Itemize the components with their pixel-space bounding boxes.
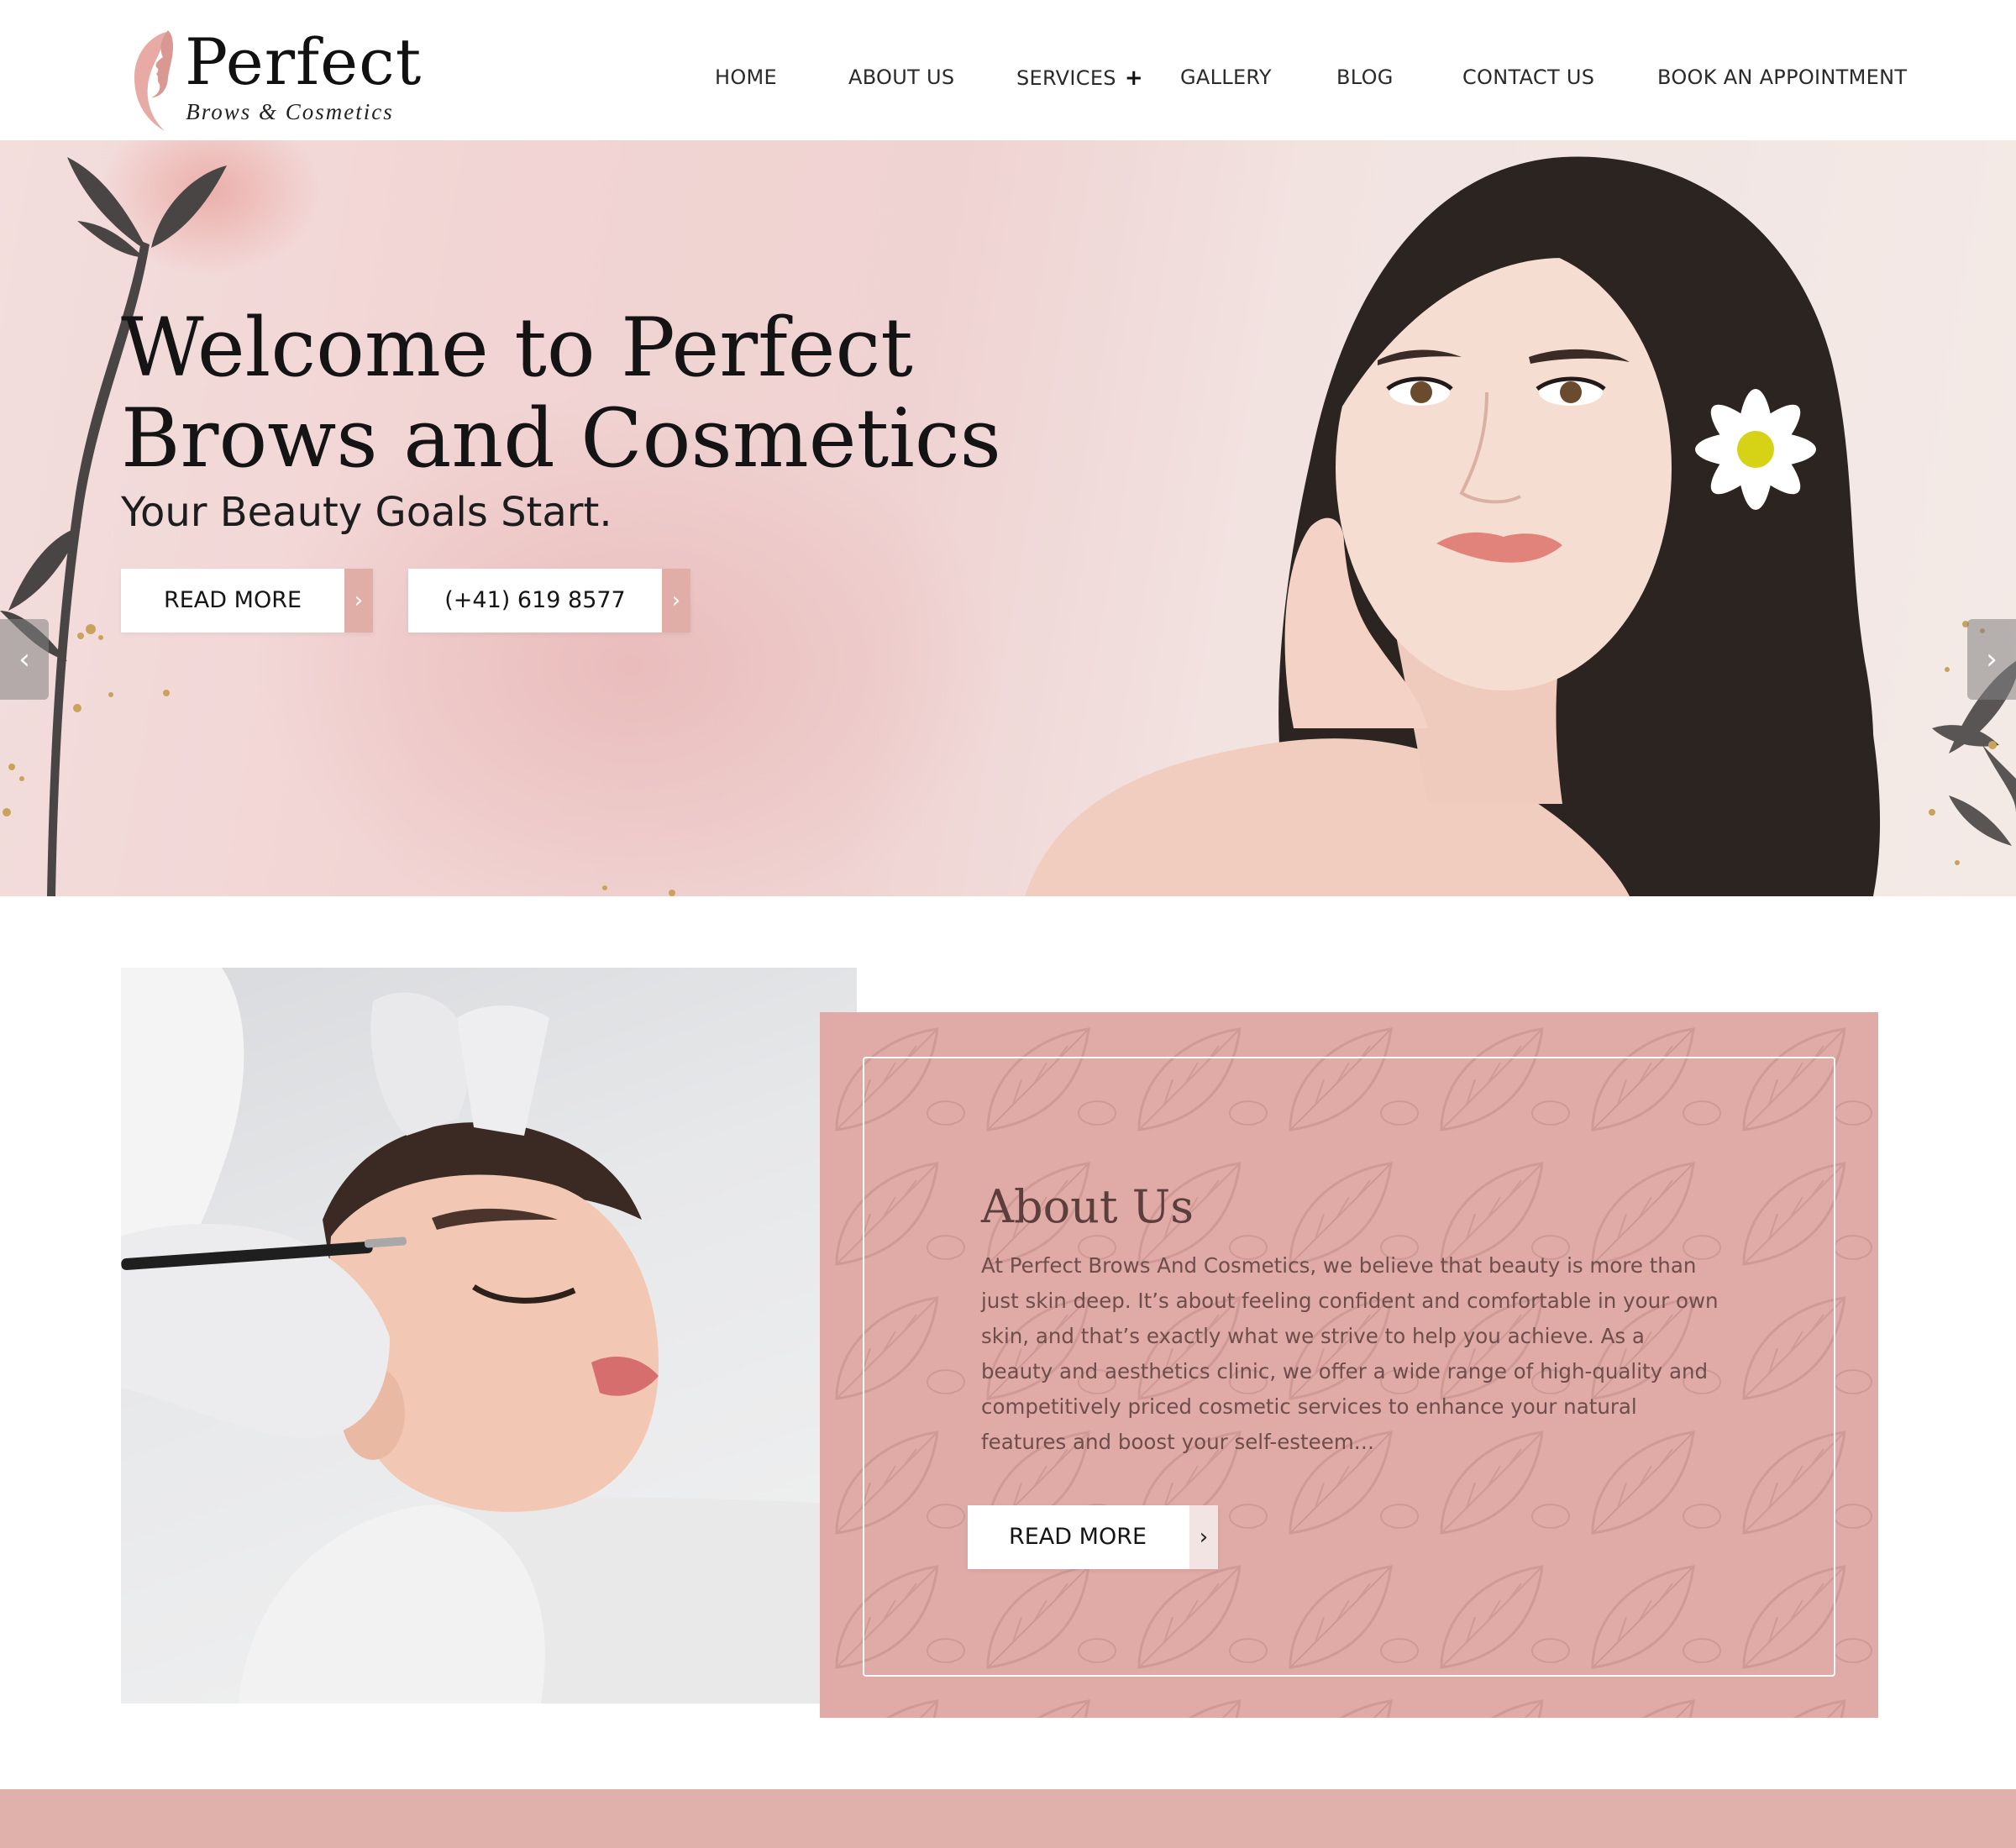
about-body-text: At Perfect Brows And Cosmetics, we belie…	[981, 1253, 1719, 1454]
chevron-right-icon: ›	[344, 569, 373, 633]
hero-read-more-button[interactable]: READ MORE ›	[121, 569, 373, 633]
woman-portrait	[1025, 156, 1881, 896]
hero-read-more-label: READ MORE	[163, 587, 302, 613]
nav-gallery[interactable]: GALLERY	[1180, 66, 1272, 89]
nav-services[interactable]: SERVICES +	[1016, 66, 1143, 91]
hero-subtitle: Your Beauty Goals Start.	[121, 489, 612, 536]
nav-contact-us[interactable]: CONTACT US	[1462, 66, 1594, 89]
chevron-left-icon: ‹	[18, 643, 30, 676]
slider-prev-button[interactable]: ‹	[0, 619, 49, 700]
chevron-right-icon: ›	[662, 569, 690, 633]
hero-title: Welcome to Perfect Brows and Cosmetics	[121, 302, 1045, 484]
daisy-flower	[1695, 389, 1816, 510]
plus-icon[interactable]: +	[1125, 66, 1143, 91]
slider-next-button[interactable]: ›	[1967, 619, 2016, 700]
about-photo-brow-treatment	[121, 968, 857, 1704]
about-read-more-button[interactable]: READ MORE ›	[968, 1505, 1218, 1569]
nav-book-appointment[interactable]: BOOK AN APPOINTMENT	[1657, 66, 1907, 89]
hero-title-line-1: Welcome to Perfect	[121, 301, 913, 395]
nav-services-label: SERVICES	[1016, 66, 1116, 90]
nav-home[interactable]: HOME	[715, 66, 777, 89]
logo-wordmark: Perfect	[185, 24, 423, 99]
about-read-more-label: READ MORE	[1008, 1524, 1147, 1550]
about-heading: About Us	[981, 1180, 1194, 1233]
logo-tagline: Brows & Cosmetics	[186, 99, 394, 124]
hero-slider: Welcome to Perfect Brows and Cosmetics Y…	[0, 140, 2016, 896]
chevron-right-icon: ›	[1986, 643, 1998, 676]
site-header: Perfect Brows & Cosmetics HOME ABOUT US …	[0, 0, 2016, 140]
nav-about-us[interactable]: ABOUT US	[848, 66, 954, 89]
site-logo[interactable]: Perfect Brows & Cosmetics	[118, 24, 421, 137]
hero-phone-label: (+41) 619 8577	[444, 587, 626, 613]
hero-phone-button[interactable]: (+41) 619 8577 ›	[408, 569, 690, 633]
hero-title-line-2: Brows and Cosmetics	[121, 391, 1001, 486]
next-section-band	[0, 1789, 2016, 1848]
face-profile-logo-icon	[134, 30, 173, 131]
brow-treatment-illustration	[121, 968, 857, 1704]
nav-blog[interactable]: BLOG	[1336, 66, 1394, 89]
chevron-right-icon: ›	[1189, 1505, 1218, 1569]
